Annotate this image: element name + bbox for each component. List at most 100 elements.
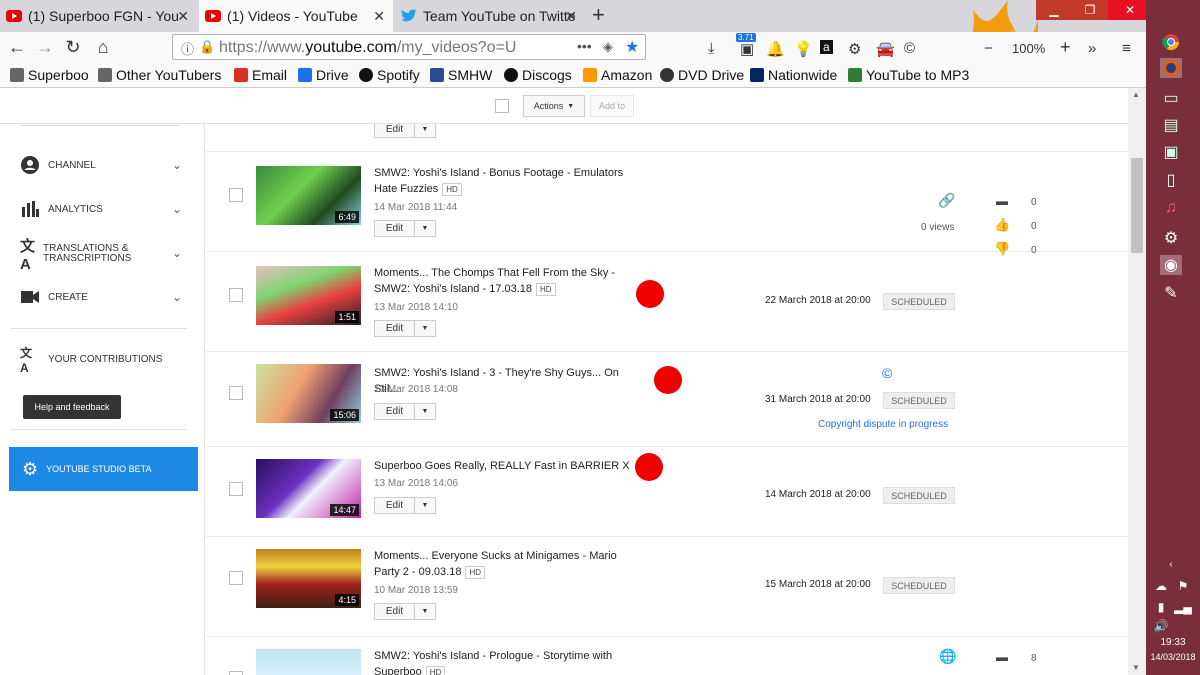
back-arrow-icon[interactable]: ← (6, 36, 28, 58)
new-tab-button[interactable]: + (592, 2, 605, 28)
bookmark-nationwide[interactable]: Nationwide (750, 67, 837, 83)
network-signal-icon[interactable]: ▂▄ (1172, 597, 1194, 617)
paint-icon[interactable]: ✎ (1160, 283, 1182, 303)
bookmark-discogs[interactable]: Discogs (504, 67, 572, 83)
video-title[interactable]: Moments... Everyone Sucks at Minigames -… (374, 548, 644, 580)
scroll-down-arrow-icon[interactable]: ▼ (1132, 663, 1140, 672)
extension-icon[interactable]: ▣ (740, 40, 754, 58)
video-thumbnail[interactable]: 14:47 (256, 459, 361, 518)
lightbulb-icon[interactable]: 💡 (794, 40, 813, 58)
edit-button[interactable]: Edit ▼ (374, 320, 436, 337)
scrollbar-thumb[interactable] (1131, 158, 1143, 253)
video-checkbox[interactable] (229, 188, 243, 202)
video-checkbox[interactable] (229, 571, 243, 585)
zoom-level[interactable]: 100% (1012, 41, 1045, 56)
info-icon[interactable]: ⓘ (181, 39, 194, 58)
video-title[interactable]: SMW2: Yoshi's Island - Prologue - Storyt… (374, 648, 644, 675)
bookmark-smhw[interactable]: SMHW (430, 67, 492, 83)
chevron-down-icon[interactable]: ⌄ (172, 290, 182, 304)
gear-icon[interactable]: ⚙ (848, 40, 861, 58)
chevron-down-icon[interactable]: ⌄ (172, 246, 182, 260)
flag-icon[interactable]: ⚑ (1172, 576, 1194, 596)
bookmark-dvd-drive[interactable]: DVD Drive (660, 67, 744, 83)
edit-button[interactable]: Edit ▼ (374, 603, 436, 620)
amazon-extension-icon[interactable]: a (820, 40, 833, 54)
pocket-icon[interactable]: ◈ (603, 39, 613, 55)
chrome-icon[interactable] (1160, 32, 1182, 52)
video-title[interactable]: SMW2: Yoshi's Island - Bonus Footage - E… (374, 165, 644, 197)
video-checkbox[interactable] (229, 386, 243, 400)
link-icon[interactable]: 🔗 (938, 192, 955, 209)
video-title[interactable]: Moments... The Chomps That Fell From the… (374, 265, 644, 297)
show-hidden-icons-chevron[interactable]: ‹ (1160, 554, 1182, 574)
edit-button[interactable]: Edit ▼ (374, 403, 436, 420)
sidebar-item-contributions[interactable]: 文A Your contributions (20, 346, 162, 375)
zoom-out-button[interactable]: − (984, 40, 993, 57)
close-tab-icon[interactable]: ✕ (373, 8, 385, 25)
video-checkbox[interactable] (229, 288, 243, 302)
tab-team-youtube-twitter[interactable]: Team YouTube on Twitte ✕ (395, 0, 585, 32)
bookmark-email[interactable]: Email (234, 67, 287, 83)
maximize-button[interactable]: ❐ (1072, 0, 1108, 20)
video-title[interactable]: Superboo Goes Really, REALLY Fast in BAR… (374, 458, 644, 474)
notification-bell-icon[interactable]: 🔔 (766, 40, 785, 58)
itunes-icon[interactable]: ♫ (1160, 198, 1182, 218)
volume-icon[interactable]: 🔊 (1150, 616, 1172, 636)
close-tab-icon[interactable]: ✕ (177, 8, 189, 25)
close-tab-icon[interactable]: ✕ (565, 8, 577, 25)
download-icon[interactable]: ⤓ (708, 40, 715, 57)
copyright-dispute-link[interactable]: Copyright dispute in progress (818, 419, 948, 430)
tab-superboo-channel[interactable]: (1) Superboo FGN - You ✕ (0, 0, 197, 32)
video-thumbnail[interactable]: 4:15 (256, 549, 361, 608)
add-to-button[interactable]: Add to (590, 95, 634, 117)
chevron-down-icon[interactable]: ⌄ (172, 202, 182, 216)
image-viewer-icon[interactable]: ▤ (1160, 115, 1182, 135)
firefox-icon[interactable] (1160, 58, 1182, 78)
bookmark-drive[interactable]: Drive (298, 67, 349, 83)
minimize-button[interactable]: ▁ (1036, 0, 1072, 20)
video-thumbnail[interactable] (256, 649, 361, 675)
help-feedback-button[interactable]: Help and feedback (23, 395, 121, 419)
address-bar[interactable]: ⓘ 🔒 https://www.youtube.com/my_videos?o=… (172, 34, 646, 60)
window-icon[interactable]: ▣ (1160, 142, 1182, 162)
forward-arrow-icon[interactable]: → (34, 36, 56, 58)
youtube-studio-beta-button[interactable]: ⚙ YouTube Studio Beta (9, 447, 198, 491)
overflow-chevron-icon[interactable]: » (1088, 40, 1096, 57)
bookmark-folder-other-youtubers[interactable]: Other YouTubers (98, 67, 221, 83)
edit-button[interactable]: Edit ▼ (374, 220, 436, 237)
document-icon[interactable]: ▯ (1160, 170, 1182, 190)
bookmark-amazon[interactable]: Amazon (583, 67, 652, 83)
edit-button[interactable]: Edit ▼ (374, 497, 436, 514)
video-thumbnail[interactable]: 1:51 (256, 266, 361, 325)
video-checkbox[interactable] (229, 482, 243, 496)
edit-button[interactable]: Edit ▼ (374, 124, 436, 138)
scroll-up-arrow-icon[interactable]: ▲ (1132, 90, 1140, 99)
folder-icon[interactable]: ▭ (1160, 88, 1182, 108)
copyright-extension-icon[interactable]: © (904, 40, 915, 57)
sidebar-item-create[interactable]: Create (20, 287, 88, 307)
bookmark-star-icon[interactable]: ★ (625, 37, 639, 57)
steam-icon[interactable]: ⚙ (1160, 228, 1182, 248)
page-actions-icon[interactable]: ••• (577, 38, 592, 54)
bookmark-youtube-to-mp3[interactable]: YouTube to MP3 (848, 67, 969, 83)
car-icon[interactable]: 🚘 (876, 40, 895, 58)
tab-videos[interactable]: (1) Videos - YouTube ✕ (199, 0, 393, 32)
select-all-checkbox[interactable] (495, 99, 509, 113)
bookmark-folder-superboo[interactable]: Superboo (10, 67, 89, 83)
cloud-upload-icon[interactable]: ☁ (1150, 576, 1172, 596)
video-thumbnail[interactable]: 15:06 (256, 364, 361, 423)
video-thumbnail[interactable]: 6:49 (256, 166, 361, 225)
chevron-down-icon[interactable]: ⌄ (172, 158, 182, 172)
video-checkbox[interactable] (229, 671, 243, 675)
home-icon[interactable]: ⌂ (92, 36, 114, 58)
app-icon[interactable]: ◉ (1160, 255, 1182, 275)
actions-dropdown[interactable]: Actions ▼ (523, 95, 585, 117)
copyright-icon[interactable]: © (882, 365, 892, 381)
page-scrollbar[interactable]: ▲ ▼ (1128, 88, 1146, 675)
sidebar-item-analytics[interactable]: Analytics (20, 199, 103, 219)
sidebar-item-channel[interactable]: Channel (20, 155, 96, 175)
battery-icon[interactable]: ▮ (1150, 597, 1172, 617)
reload-icon[interactable]: ↻ (62, 36, 84, 58)
globe-icon[interactable]: 🌐 (939, 648, 956, 665)
bookmark-spotify[interactable]: Spotify (359, 67, 420, 83)
